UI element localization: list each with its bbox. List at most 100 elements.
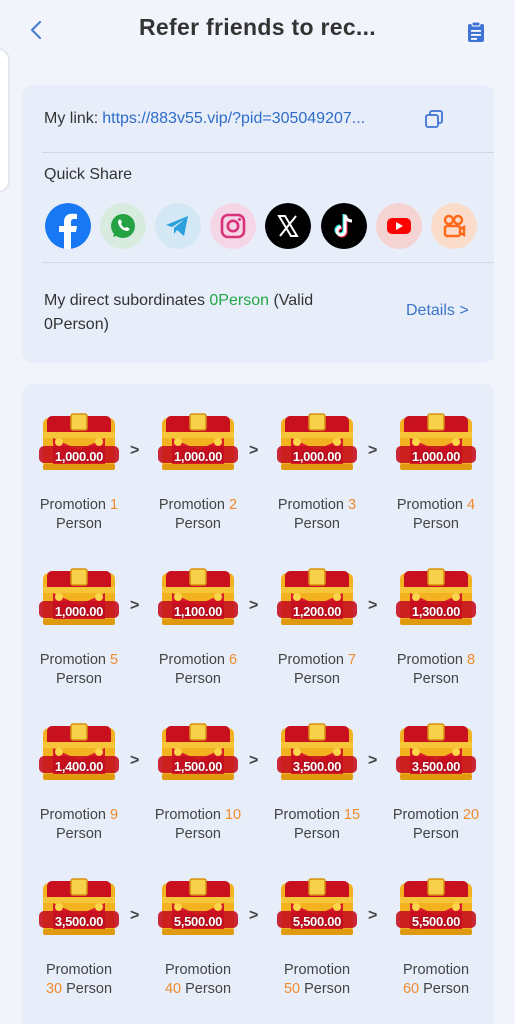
treasure-chest-icon: 3,500.00: [277, 722, 357, 782]
promotion-count: 2: [229, 497, 238, 513]
promotion-word: Promotion: [158, 652, 230, 668]
reward-amount: 1,100.00: [173, 604, 223, 619]
promotion-rewards-grid: 1,000.00 Promotion 1 Person >1,000.00 Promot…: [22, 384, 494, 1024]
reward-amount: 1,400.00: [54, 759, 104, 774]
clipboard-icon[interactable]: [466, 21, 486, 43]
tiktok-icon[interactable]: [321, 203, 367, 249]
promotion-unit: Person: [413, 671, 459, 687]
my-link-url[interactable]: https://883v55.vip/?pid=305049207...: [102, 110, 365, 127]
copy-icon[interactable]: [424, 109, 444, 129]
treasure-chest-icon: 1,000.00: [396, 412, 476, 472]
reward-amount: 1,500.00: [173, 759, 223, 774]
reward-amount: 1,000.00: [54, 604, 104, 619]
promotion-unit: Person: [56, 671, 102, 687]
treasure-chest-icon: 5,500.00: [277, 877, 357, 937]
arrow-right-icon: >: [249, 442, 259, 459]
reward-amount: 3,500.00: [54, 914, 104, 929]
promotion-count: 60: [402, 981, 420, 997]
promotion-label: Promotion 2 Person: [143, 496, 253, 534]
promotion-word: Promotion: [396, 652, 468, 668]
promotion-word: Promotion: [39, 807, 111, 823]
treasure-chest-icon: 1,000.00: [277, 412, 357, 472]
divider: [42, 262, 494, 263]
promotion-count: 50: [283, 981, 301, 997]
arrow-right-icon: >: [249, 907, 259, 924]
x-icon[interactable]: [265, 203, 311, 249]
page-title: Refer friends to rec...: [139, 14, 376, 40]
promotion-unit: Person: [413, 826, 459, 842]
arrow-right-icon: >: [368, 752, 378, 769]
quick-share-label: Quick Share: [44, 166, 133, 183]
promotion-count: 7: [348, 652, 357, 668]
reward-amount: 1,000.00: [411, 449, 461, 464]
promotion-unit: Person: [419, 981, 470, 997]
promotion-label: Promotion 8 Person: [381, 651, 491, 689]
promotion-count: 1: [110, 497, 119, 513]
subordinates-prefix: My direct subordinates: [44, 292, 210, 309]
promotion-word: Promotion: [277, 497, 349, 513]
promotion-label: Promotion 20 Person: [381, 806, 491, 844]
promotion-word: Promotion: [396, 497, 468, 513]
promotion-count: 40: [164, 981, 182, 997]
promotion-count: 30: [45, 981, 63, 997]
reward-amount: 1,200.00: [292, 604, 342, 619]
instagram-icon[interactable]: [210, 203, 256, 249]
promotion-word: Promotion: [277, 652, 349, 668]
promotion-label: Promotion 1 Person: [24, 496, 134, 534]
arrow-right-icon: >: [249, 752, 259, 769]
treasure-chest-icon: 1,000.00: [39, 412, 119, 472]
promotion-count: 3: [348, 497, 357, 513]
treasure-chest-icon: 1,000.00: [39, 567, 119, 627]
treasure-chest-icon: 5,500.00: [396, 877, 476, 937]
promotion-count: 15: [343, 807, 361, 823]
arrow-right-icon: >: [249, 597, 259, 614]
promotion-label: Promotion 40 Person: [143, 961, 253, 999]
facebook-icon[interactable]: [45, 203, 91, 249]
treasure-chest-icon: 1,000.00: [158, 412, 238, 472]
promotion-word: Promotion: [39, 652, 111, 668]
invite-link-card: My link: https://883v55.vip/?pid=30504920…: [22, 85, 494, 363]
promotion-word: Promotion: [402, 962, 470, 978]
promotion-label: Promotion 30 Person: [24, 961, 134, 999]
treasure-chest-icon: 1,100.00: [158, 567, 238, 627]
arrow-right-icon: >: [130, 597, 140, 614]
arrow-right-icon: >: [130, 442, 140, 459]
details-link[interactable]: Details >: [406, 302, 469, 320]
promotion-unit: Person: [294, 826, 340, 842]
arrow-right-icon: >: [368, 907, 378, 924]
promotion-label: Promotion 10 Person: [143, 806, 253, 844]
reward-amount: 1,000.00: [292, 449, 342, 464]
promotion-unit: Person: [300, 981, 351, 997]
reward-amount: 5,500.00: [292, 914, 342, 929]
promotion-label: Promotion 9 Person: [24, 806, 134, 844]
reward-amount: 1,300.00: [411, 604, 461, 619]
reward-amount: 1,000.00: [173, 449, 223, 464]
telegram-icon[interactable]: [155, 203, 201, 249]
youtube-icon[interactable]: [376, 203, 422, 249]
promotion-count: 9: [110, 807, 119, 823]
reward-amount: 3,500.00: [411, 759, 461, 774]
promotion-count: 8: [467, 652, 476, 668]
promotion-word: Promotion: [158, 497, 230, 513]
promotion-label: Promotion 4 Person: [381, 496, 491, 534]
promotion-unit: Person: [294, 516, 340, 532]
reward-amount: 5,500.00: [173, 914, 223, 929]
promotion-word: Promotion: [164, 962, 232, 978]
promotion-label: Promotion 15 Person: [262, 806, 372, 844]
my-link-label: My link:: [44, 110, 99, 127]
promotion-label: Promotion 7 Person: [262, 651, 372, 689]
whatsapp-icon[interactable]: [100, 203, 146, 249]
promotion-word: Promotion: [45, 962, 113, 978]
promotion-label: Promotion 60 Person: [381, 961, 491, 999]
divider: [42, 152, 494, 153]
arrow-right-icon: >: [130, 907, 140, 924]
promotion-word: Promotion: [39, 497, 111, 513]
treasure-chest-icon: 3,500.00: [396, 722, 476, 782]
arrow-right-icon: >: [368, 442, 378, 459]
promotion-unit: Person: [294, 671, 340, 687]
reward-amount: 3,500.00: [292, 759, 342, 774]
kwai-icon[interactable]: [431, 203, 477, 249]
promotion-unit: Person: [175, 826, 221, 842]
quick-share-icons: [45, 203, 495, 249]
promotion-count: 10: [224, 807, 242, 823]
